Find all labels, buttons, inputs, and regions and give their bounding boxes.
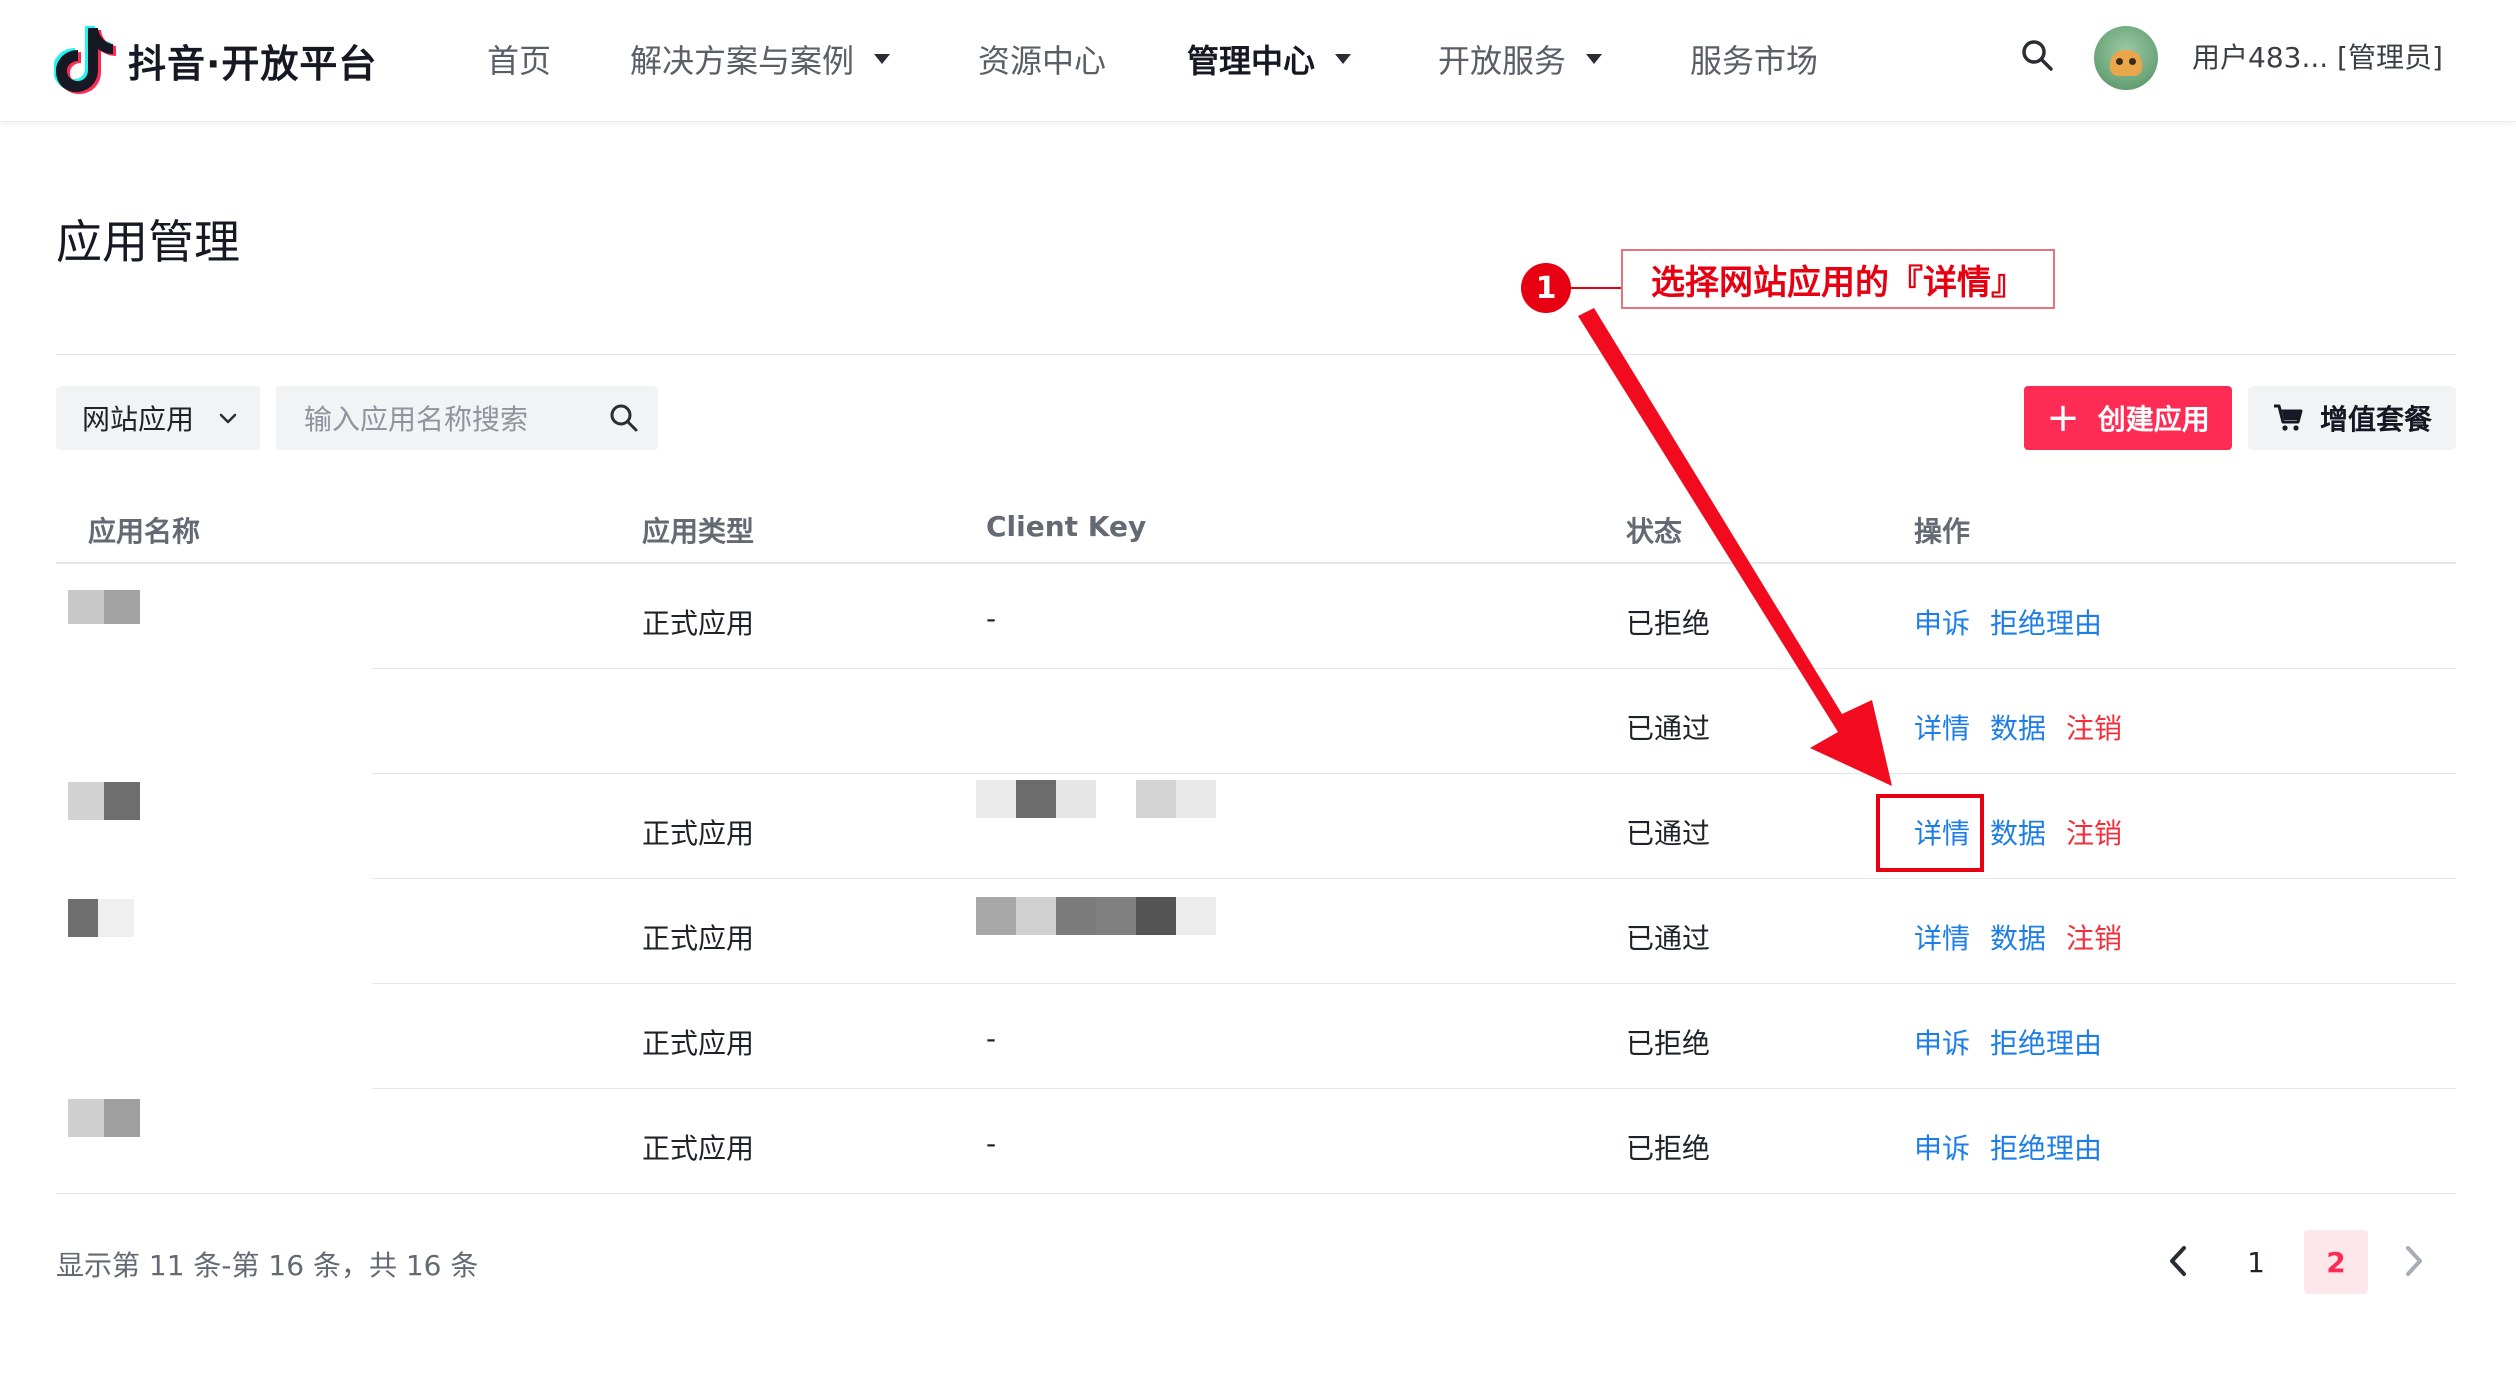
rejection-reason-link[interactable]: 拒绝理由 — [1990, 602, 2102, 642]
search-icon[interactable] — [2020, 38, 2054, 72]
table-header: 应用名称 应用类型 Client Key 状态 操作 — [56, 490, 2456, 564]
data-link[interactable]: 数据 — [1990, 917, 2046, 957]
row-divider — [56, 1193, 2456, 1194]
nav-home[interactable]: 首页 — [487, 36, 551, 82]
col-status: 状态 — [1626, 515, 1683, 548]
app-type-cell: 正式应用 — [642, 607, 755, 640]
create-app-button[interactable]: + 创建应用 — [2024, 386, 2232, 450]
nav-resources[interactable]: 资源中心 — [978, 36, 1106, 82]
client-key-cell: - — [986, 1022, 997, 1055]
nav-resources-label: 资源中心 — [978, 42, 1107, 80]
user-name[interactable]: 用户483... [管理员] — [2192, 36, 2443, 76]
app-type-select-value: 网站应用 — [82, 403, 195, 436]
app-type-cell: 正式应用 — [642, 1132, 755, 1165]
status-cell: 已通过 — [1626, 712, 1711, 745]
table-row: 正式应用 - 已拒绝 申诉 拒绝理由 — [56, 1089, 2456, 1194]
blurred-app-name — [68, 899, 134, 937]
table-row: 正式应用 已通过 详情 数据 注销 — [56, 879, 2456, 984]
plus-icon: + — [2046, 395, 2080, 441]
deregister-link[interactable]: 注销 — [2066, 917, 2122, 957]
title-divider — [56, 354, 2456, 355]
app-search-box — [276, 386, 658, 450]
status-cell: 已通过 — [1626, 817, 1711, 850]
page-button-2[interactable]: 2 — [2304, 1230, 2368, 1294]
nav-service-market[interactable]: 服务市场 — [1690, 36, 1818, 82]
rejection-reason-link[interactable]: 拒绝理由 — [1990, 1127, 2102, 1167]
status-cell: 已通过 — [1626, 922, 1711, 955]
caret-down-icon — [1335, 54, 1352, 64]
blurred-client-key — [976, 897, 1216, 935]
nav-solutions[interactable]: 解决方案与案例 — [630, 36, 891, 82]
app-type-cell: 正式应用 — [642, 1027, 755, 1060]
app-table: 应用名称 应用类型 Client Key 状态 操作 正式应用 - 已拒绝 申诉… — [56, 490, 2456, 1194]
app-search-input[interactable] — [302, 398, 596, 440]
status-cell: 已拒绝 — [1626, 1132, 1711, 1165]
blurred-app-name — [68, 590, 140, 624]
main-nav: 首页 解决方案与案例 资源中心 管理中心 开放服务 服务市场 — [0, 0, 1900, 121]
deregister-link[interactable]: 注销 — [2066, 812, 2122, 852]
user-avatar[interactable] — [2094, 26, 2158, 90]
client-key-cell: - — [986, 602, 997, 635]
caret-down-icon — [874, 54, 891, 64]
nav-home-label: 首页 — [487, 42, 552, 80]
col-app-name: 应用名称 — [88, 515, 201, 548]
blurred-client-key — [976, 780, 1216, 818]
app-type-cell: 正式应用 — [642, 817, 755, 850]
top-navigation-bar: 抖音·开放平台 首页 解决方案与案例 资源中心 管理中心 开放服务 服务市场 用… — [0, 0, 2516, 122]
annotation-step-badge: 1 — [1521, 263, 1571, 313]
table-row: 正式应用 已通过 详情 数据 注销 — [56, 774, 2456, 879]
nav-open-services[interactable]: 开放服务 — [1438, 36, 1603, 82]
table-row: 已通过 详情 数据 注销 — [56, 669, 2456, 774]
col-actions: 操作 — [1914, 515, 1971, 548]
chevron-down-icon — [219, 413, 237, 424]
page-button-1[interactable]: 1 — [2224, 1230, 2288, 1294]
annotation-highlight-box — [1876, 794, 1984, 872]
annotation-label: 选择网站应用的『详情』 — [1621, 249, 2055, 309]
table-row: 正式应用 - 已拒绝 申诉 拒绝理由 — [56, 564, 2456, 669]
value-added-plan-label: 增值套餐 — [2319, 403, 2432, 436]
deregister-link[interactable]: 注销 — [2066, 707, 2122, 747]
chevron-right-icon[interactable] — [2394, 1236, 2434, 1286]
rejection-reason-link[interactable]: 拒绝理由 — [1990, 1022, 2102, 1062]
nav-service-market-label: 服务市场 — [1690, 42, 1819, 80]
value-added-plan-button[interactable]: 增值套餐 — [2248, 386, 2456, 450]
status-cell: 已拒绝 — [1626, 607, 1711, 640]
nav-solutions-label: 解决方案与案例 — [630, 42, 855, 80]
blurred-app-name — [68, 1099, 140, 1137]
annotation-connector — [1571, 287, 1621, 289]
create-app-label: 创建应用 — [2097, 403, 2210, 436]
appeal-link[interactable]: 申诉 — [1914, 1022, 1970, 1062]
search-icon[interactable] — [608, 402, 640, 434]
details-link[interactable]: 详情 — [1914, 707, 1970, 747]
blurred-app-name — [68, 782, 140, 820]
nav-management-label: 管理中心 — [1187, 42, 1316, 80]
avatar-face-icon — [2110, 50, 2142, 76]
nav-open-services-label: 开放服务 — [1438, 42, 1567, 80]
caret-down-icon — [1586, 54, 1603, 64]
details-link[interactable]: 详情 — [1914, 917, 1970, 957]
appeal-link[interactable]: 申诉 — [1914, 602, 1970, 642]
status-cell: 已拒绝 — [1626, 1027, 1711, 1060]
chevron-left-icon[interactable] — [2158, 1236, 2198, 1286]
shopping-cart-icon — [2273, 404, 2303, 431]
data-link[interactable]: 数据 — [1990, 707, 2046, 747]
data-link[interactable]: 数据 — [1990, 812, 2046, 852]
pagination-summary: 显示第 11 条-第 16 条，共 16 条 — [56, 1249, 479, 1282]
appeal-link[interactable]: 申诉 — [1914, 1127, 1970, 1167]
col-app-type: 应用类型 — [642, 515, 755, 548]
app-type-cell: 正式应用 — [642, 922, 755, 955]
client-key-cell: - — [986, 1127, 997, 1160]
table-row: 正式应用 - 已拒绝 申诉 拒绝理由 — [56, 984, 2456, 1089]
nav-management[interactable]: 管理中心 — [1187, 36, 1352, 82]
page-title: 应用管理 — [56, 215, 240, 269]
col-client-key: Client Key — [986, 510, 1147, 543]
app-type-select[interactable]: 网站应用 — [56, 386, 260, 450]
